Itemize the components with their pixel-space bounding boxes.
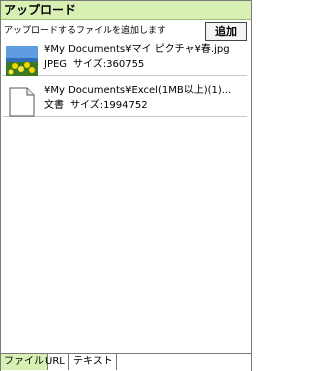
tab-url[interactable]: URL <box>42 354 69 370</box>
file-size: サイズ:1994752 <box>70 100 148 111</box>
file-meta: 文書 サイズ:1994752 <box>44 99 244 113</box>
jpeg-thumbnail-icon <box>6 46 38 76</box>
tab-text[interactable]: テキスト <box>70 354 117 370</box>
upload-window: アップロード アップロードするファイルを追加します 追加 ¥My Documen… <box>0 0 252 371</box>
file-meta: JPEG サイズ:360755 <box>44 58 244 72</box>
list-item[interactable]: ¥My Documents¥マイ ピクチャ¥春.jpg JPEG サイズ:3607… <box>3 43 247 76</box>
add-hint-text: アップロードするファイルを追加します <box>4 26 167 36</box>
window-title: アップロード <box>4 3 77 17</box>
tab-bar: ファイル URL テキスト <box>1 353 251 371</box>
tab-file[interactable]: ファイル <box>1 354 48 370</box>
title-bar: アップロード <box>1 1 251 20</box>
file-path: ¥My Documents¥Excel(1MB以上)(1)... <box>44 85 232 96</box>
file-type: 文書 <box>44 100 64 111</box>
toolbar: アップロードするファイルを追加します 追加 <box>1 20 251 42</box>
document-icon <box>6 87 38 117</box>
file-path: ¥My Documents¥マイ ピクチャ¥春.jpg <box>44 44 230 55</box>
list-item[interactable]: ¥My Documents¥Excel(1MB以上)(1)... 文書 サイズ:1… <box>3 84 247 117</box>
file-size: サイズ:360755 <box>73 59 145 70</box>
add-button[interactable]: 追加 <box>205 22 247 41</box>
file-type: JPEG <box>44 59 68 70</box>
file-list: ¥My Documents¥マイ ピクチャ¥春.jpg JPEG サイズ:3607… <box>3 43 247 125</box>
